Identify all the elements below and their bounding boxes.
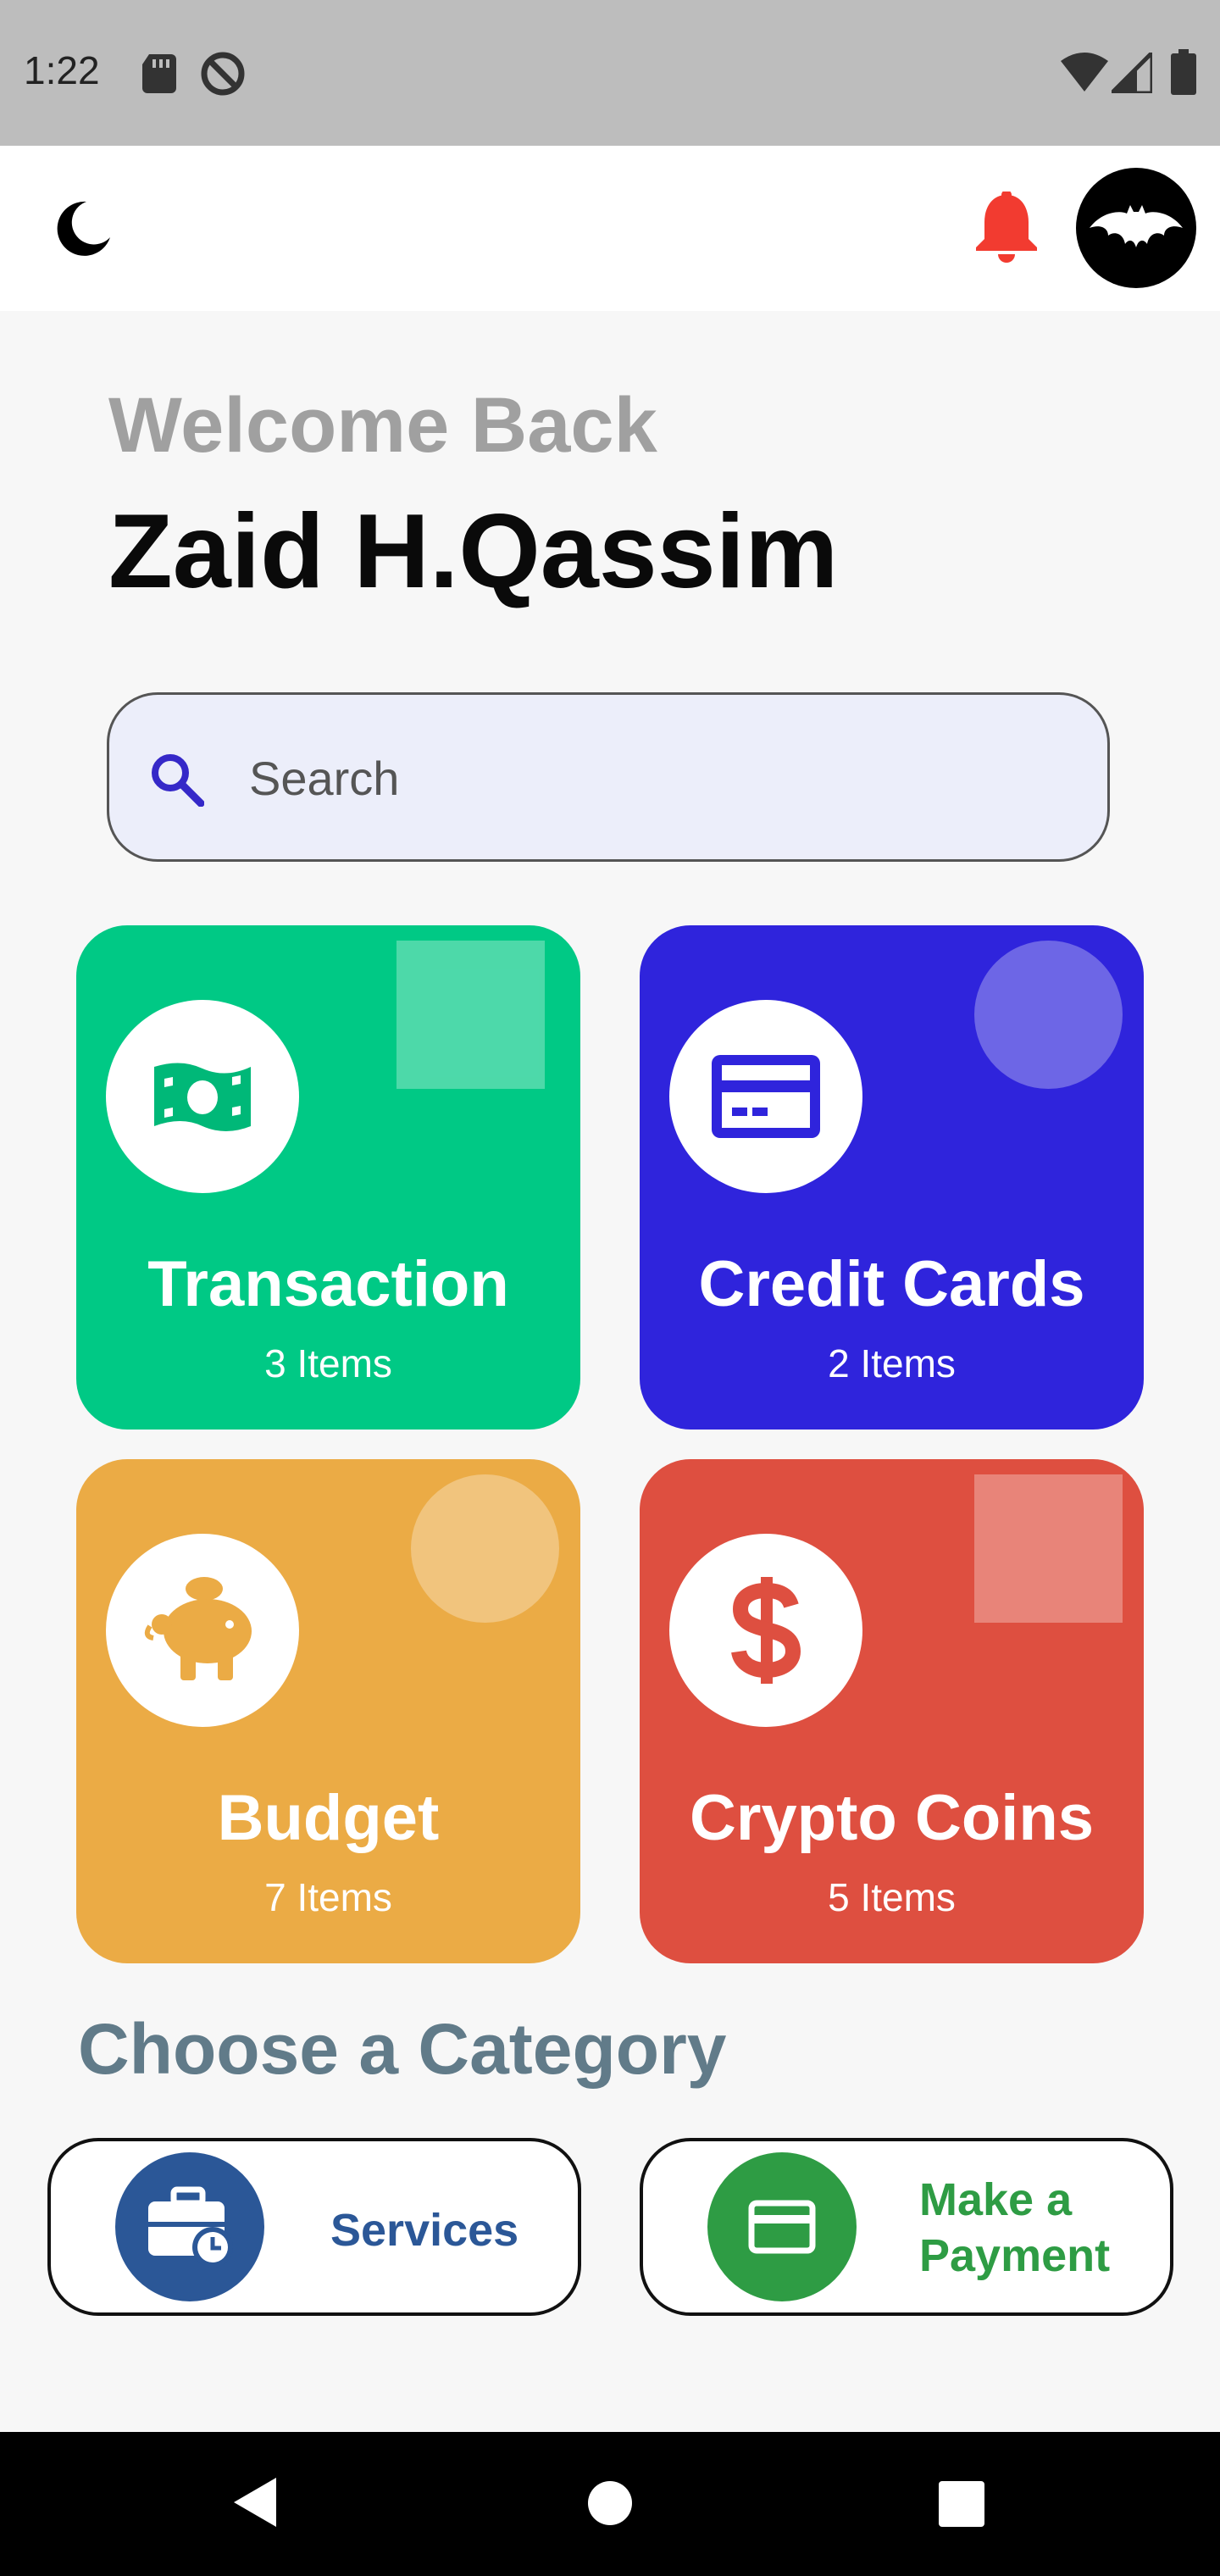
services-button[interactable]: Services: [47, 2138, 581, 2316]
services-label: Services: [330, 2205, 519, 2256]
card-count: 3 Items: [264, 1341, 392, 1385]
search-input[interactable]: Search: [107, 692, 1110, 862]
budget-card[interactable]: Budget 7 Items: [76, 1459, 580, 1963]
battery-icon: [1171, 49, 1196, 95]
card-decoration: [974, 1474, 1123, 1623]
card-title: Credit Cards: [698, 1248, 1085, 1320]
card-icon-circle: [106, 1000, 299, 1193]
sd-card-icon: [142, 54, 176, 93]
crypto-coins-card[interactable]: Crypto Coins 5 Items: [640, 1459, 1144, 1963]
avatar[interactable]: [1076, 168, 1196, 288]
card-count: 7 Items: [264, 1875, 392, 1919]
home-icon[interactable]: [586, 2479, 634, 2527]
back-icon[interactable]: [229, 2474, 280, 2530]
card-icon-circle: [669, 1534, 862, 1727]
payment-icon-circle: [707, 2152, 857, 2301]
wifi-icon: [1061, 53, 1108, 92]
dollar-icon: [731, 1577, 801, 1684]
card-title: Crypto Coins: [689, 1782, 1095, 1854]
payment-card-icon: [748, 2200, 816, 2254]
card-decoration: [396, 941, 545, 1089]
recents-icon[interactable]: [939, 2481, 984, 2527]
transaction-card[interactable]: Transaction 3 Items: [76, 925, 580, 1430]
credit-card-icon: [712, 1055, 820, 1138]
services-icon-circle: [115, 2152, 264, 2301]
payment-label: Make a Payment: [919, 2172, 1110, 2284]
card-count: 5 Items: [828, 1875, 956, 1919]
briefcase-clock-icon: [148, 2186, 233, 2268]
bat-logo-icon: [1090, 205, 1183, 247]
card-icon-circle: [106, 1534, 299, 1727]
money-icon: [154, 1063, 251, 1131]
do-not-disturb-icon: [201, 52, 245, 96]
card-count: 2 Items: [828, 1341, 956, 1385]
welcome-text: Welcome Back: [108, 382, 657, 469]
status-time: 1:22: [24, 48, 100, 92]
category-heading: Choose a Category: [78, 2009, 727, 2089]
make-payment-button[interactable]: Make a Payment: [640, 2138, 1173, 2316]
search-placeholder: Search: [249, 752, 400, 805]
app-bar: [0, 146, 1220, 311]
card-decoration: [411, 1474, 559, 1623]
piggy-bank-icon: [144, 1577, 252, 1680]
search-icon: [152, 754, 204, 807]
payment-label-line2: Payment: [919, 2230, 1111, 2281]
navigation-bar: [0, 2432, 1220, 2576]
card-icon-circle: [669, 1000, 862, 1193]
status-bar: 1:22: [0, 0, 1220, 146]
payment-label-line1: Make a: [919, 2174, 1073, 2225]
user-name: Zaid H.Qassim: [108, 493, 839, 610]
card-title: Transaction: [147, 1248, 509, 1320]
bell-icon[interactable]: [974, 192, 1039, 263]
card-title: Budget: [217, 1782, 440, 1854]
card-decoration: [974, 941, 1123, 1089]
credit-cards-card[interactable]: Credit Cards 2 Items: [640, 925, 1144, 1430]
signal-icon: [1112, 53, 1152, 93]
moon-icon[interactable]: [54, 198, 114, 258]
